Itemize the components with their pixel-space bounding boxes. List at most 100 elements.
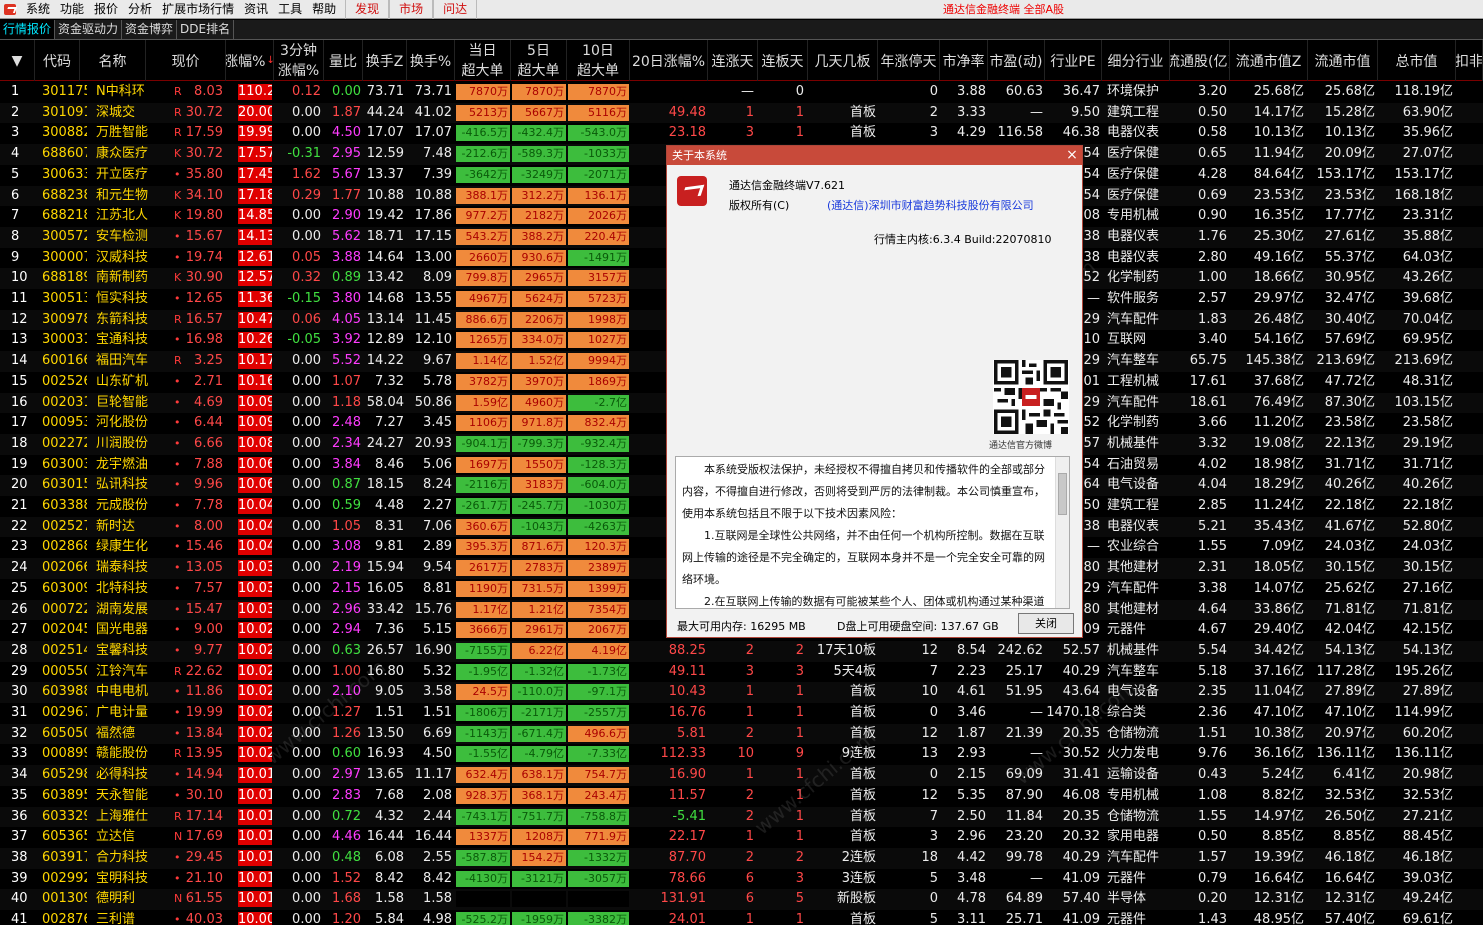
- column-header-mvz[interactable]: 流通市值Z: [1230, 40, 1308, 81]
- turnover: 8.09: [423, 270, 452, 286]
- bigorder-today: -4130万: [456, 870, 510, 887]
- tab-fund-drive[interactable]: 资金驱动力: [55, 20, 123, 39]
- column-header-chg20[interactable]: 20日涨幅%: [630, 40, 708, 81]
- limit-days-year: 7: [929, 663, 938, 679]
- table-row[interactable]: 33 000899 赣能股份 R 13.95 10.02 0.00 0.60 16.93 4.50…: [0, 744, 1483, 765]
- table-row[interactable]: 41 002876 三利谱 • 40.03 10.00 0.00 1.20 5.84 4.98 -5…: [0, 910, 1483, 925]
- column-header-limitstreak[interactable]: 连板天: [758, 40, 808, 81]
- product-name: 通达信金融终端V7.621: [729, 179, 846, 192]
- license-textbox[interactable]: 本系统受版权法保护，未经授权不得擅自拷贝和传播软件的全部或部分内容，不得擅自进行…: [675, 456, 1070, 609]
- bigorder-5d: 334.0万: [512, 332, 566, 349]
- close-button[interactable]: 关闭: [1018, 613, 1074, 634]
- menu-help[interactable]: 帮助: [307, 0, 341, 19]
- change-20d: 10.43: [668, 684, 706, 700]
- column-header-price[interactable]: 现价: [146, 40, 226, 81]
- float-mv: 24.03亿: [1324, 539, 1375, 555]
- column-header-streak[interactable]: 连涨天: [708, 40, 758, 81]
- table-row[interactable]: 28 002514 宝馨科技 • 9.77 10.02 0.00 0.63 26.57 16.90…: [0, 640, 1483, 662]
- column-header-chg[interactable]: 涨幅%↓: [226, 40, 274, 81]
- float-mv: 136.11亿: [1316, 746, 1376, 762]
- column-header-total[interactable]: 总市值: [1378, 40, 1456, 81]
- menu-info[interactable]: 资讯: [239, 0, 273, 19]
- industry: 环境保护: [1107, 84, 1160, 99]
- change-3min: 0.00: [292, 829, 321, 845]
- table-row[interactable]: 36 603329 上海雅仕 R 17.14 10.01 0.00 0.72 4.32 2.44-…: [0, 806, 1483, 828]
- turnover: 5.32: [423, 663, 452, 679]
- price: 35.80: [185, 166, 223, 182]
- column-header-chg3[interactable]: 3分钟 涨幅%: [274, 40, 324, 81]
- column-header-indpe[interactable]: 行业PE: [1045, 40, 1102, 81]
- table-row[interactable]: 1 301175 N中科环 R 8.03 110.2 0.12 0.00 73.71 73.71 7…: [0, 82, 1483, 103]
- scrollbar-thumb[interactable]: [1058, 473, 1067, 515]
- column-header-float[interactable]: 流通股(亿): [1170, 40, 1230, 81]
- bigorder-5d: 312.2万: [512, 187, 566, 204]
- table-row[interactable]: 34 605298 必得科技 • 14.94 10.01 0.00 2.97 13.65 11.1…: [0, 765, 1483, 786]
- table-row[interactable]: 40 001309 德明利 N 61.55 10.01 0.00 1.68 1.58 1.58 13…: [0, 889, 1483, 910]
- column-header-volratio[interactable]: 量比: [324, 40, 363, 81]
- company-link[interactable]: (通达信)深圳市财富趋势科技股份有限公司: [827, 197, 1034, 213]
- table-row[interactable]: 39 002992 宝明科技 • 21.10 10.01 0.00 1.52 8.42 8.42-…: [0, 869, 1483, 890]
- column-header-code[interactable]: 代码: [35, 40, 80, 81]
- license-scrollbar[interactable]: [1055, 457, 1069, 608]
- close-icon[interactable]: ×: [1065, 146, 1079, 165]
- table-row[interactable]: 2 301091 深城交 R 30.72 20.00 0.00 1.87 44.24 41.02 5…: [0, 102, 1483, 124]
- table-row[interactable]: 32 605050 福然德 • 13.84 10.02 0.00 1.26 13.50 6.69-…: [0, 723, 1483, 745]
- float-mv-z: 8.85亿: [1262, 829, 1304, 845]
- volume-ratio: 2.90: [332, 208, 361, 224]
- column-header-industry[interactable]: 细分行业: [1102, 40, 1170, 81]
- column-header-label: 市盈(动): [989, 53, 1043, 70]
- column-header-turn[interactable]: 换手%: [407, 40, 455, 81]
- volume-ratio: 1.26: [332, 725, 361, 741]
- tab-dde-rank[interactable]: DDE排名: [177, 20, 235, 39]
- menu-quote[interactable]: 报价: [89, 0, 123, 19]
- tab-quotes[interactable]: 行情报价: [0, 20, 56, 39]
- menu-function[interactable]: 功能: [55, 0, 89, 19]
- column-header-turnz[interactable]: 换手Z: [363, 40, 407, 81]
- menu-discover[interactable]: 发现: [345, 0, 390, 19]
- turnover: 9.67: [423, 353, 452, 369]
- stock-code: 605298: [42, 767, 87, 783]
- industry: 石油贸易: [1107, 456, 1160, 472]
- float-mv-z: 18.29亿: [1253, 477, 1304, 493]
- column-header-pe[interactable]: 市盈(动): [988, 40, 1045, 81]
- tab-fund-game[interactable]: 资金博弈: [122, 20, 178, 39]
- column-header-days[interactable]: 几天几板: [808, 40, 878, 81]
- table-row[interactable]: 31 002967 广电计量 • 19.99 10.02 0.00 1.27 1.51 1.51-…: [0, 703, 1483, 724]
- stock-name: 南新制药: [96, 270, 149, 286]
- float-mv: 26.50亿: [1324, 808, 1375, 824]
- volume-ratio: 2.94: [332, 622, 361, 638]
- industry-pe: 20.35: [1062, 725, 1100, 741]
- menu-wenda[interactable]: 问达: [433, 0, 478, 19]
- column-header-big1[interactable]: 当日 超大单: [455, 40, 511, 81]
- table-row[interactable]: 35 603895 天永智能 • 30.10 10.01 0.00 2.83 7.68 2.08 9…: [0, 786, 1483, 807]
- bigorder-5d: 1550万: [512, 456, 566, 473]
- table-row[interactable]: 37 605365 立达信 N 17.69 10.01 0.00 4.46 16.44 16.44…: [0, 827, 1483, 848]
- column-header-pb[interactable]: 市净率: [940, 40, 988, 81]
- bigorder-today: 886.6万: [456, 311, 510, 328]
- column-header-mv[interactable]: 流通市值: [1308, 40, 1378, 81]
- column-header-big10[interactable]: 10日 超大单: [567, 40, 630, 81]
- about-dialog-titlebar[interactable]: 关于本系统 ×: [667, 146, 1082, 165]
- menu-tools[interactable]: 工具: [273, 0, 307, 19]
- window-title: 通达信金融终端 全部A股: [943, 3, 1065, 16]
- menu-analysis[interactable]: 分析: [123, 0, 157, 19]
- table-row[interactable]: 3 300882 万胜智能 R 17.59 19.99 0.00 4.50 17.07 17.07…: [0, 123, 1483, 144]
- row-index: 4: [11, 146, 20, 162]
- column-header-name[interactable]: 名称: [80, 40, 146, 81]
- column-header-big5[interactable]: 5日 超大单: [511, 40, 567, 81]
- menu-extended-market[interactable]: 扩展市场行情: [157, 0, 239, 19]
- bigorder-today: 1106万: [456, 415, 510, 432]
- total-mv: 49.24亿: [1402, 891, 1453, 907]
- limit-streak: 5: [795, 891, 804, 907]
- table-row[interactable]: 29 000550 江铃汽车 R 22.62 10.02 0.00 1.00 16.80 5.32…: [0, 662, 1483, 683]
- column-header-extra[interactable]: 扣非: [1456, 40, 1483, 81]
- column-header-sort[interactable]: ▼: [0, 40, 35, 81]
- stock-code: 002527: [42, 518, 87, 534]
- menu-market[interactable]: 市场: [389, 0, 434, 19]
- menu-system[interactable]: 系统: [21, 0, 55, 19]
- table-row[interactable]: 38 603917 合力科技 • 29.45 10.01 0.00 0.48 6.08 2.55-…: [0, 847, 1483, 869]
- table-row[interactable]: 30 603988 中电电机 • 11.86 10.02 0.00 2.10 9.05 3.58 2…: [0, 682, 1483, 703]
- change-3min: 0.32: [292, 270, 321, 286]
- app-logo-icon[interactable]: [2, 2, 20, 17]
- column-header-ztdays[interactable]: 年涨停天: [878, 40, 940, 81]
